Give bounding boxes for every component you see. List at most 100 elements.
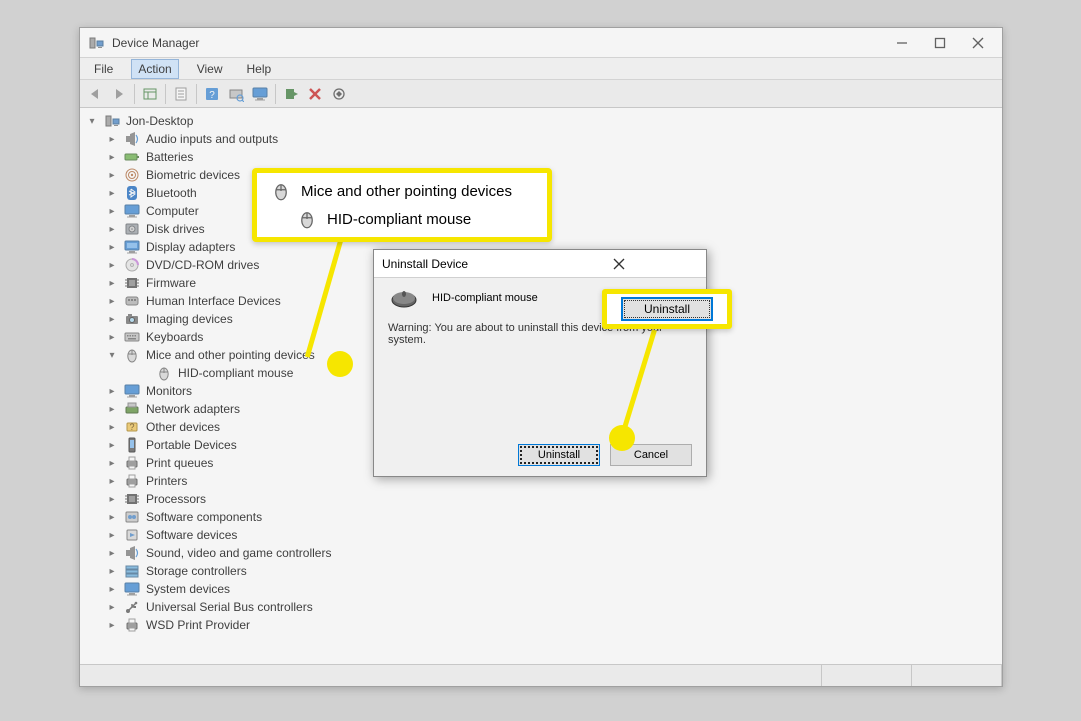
tree-node-label: Display adapters: [144, 240, 237, 254]
tree-category-system[interactable]: System devices: [106, 580, 996, 598]
tree-category-swdev[interactable]: Software devices: [106, 526, 996, 544]
chevron-icon[interactable]: [106, 529, 118, 541]
dialog-title: Uninstall Device: [382, 257, 540, 271]
chevron-icon[interactable]: [106, 493, 118, 505]
chevron-icon[interactable]: [106, 547, 118, 559]
menu-view[interactable]: View: [191, 60, 229, 78]
biometric-icon: [124, 167, 140, 183]
tree-node-label: Portable Devices: [144, 438, 239, 452]
tree-node-label: Software devices: [144, 528, 239, 542]
annotation-dot: [327, 351, 353, 377]
uninstall-device-button[interactable]: [304, 83, 326, 105]
forward-button[interactable]: [108, 83, 130, 105]
printer-icon: [124, 473, 140, 489]
chevron-icon[interactable]: [106, 565, 118, 577]
storage-icon: [124, 563, 140, 579]
imaging-icon: [124, 311, 140, 327]
menu-file[interactable]: File: [88, 60, 119, 78]
usb-icon: [124, 599, 140, 615]
dialog-uninstall-button[interactable]: Uninstall: [518, 444, 600, 466]
statusbar: [80, 664, 1002, 686]
chevron-icon[interactable]: [106, 601, 118, 613]
callout-uninstall-button-inner: Uninstall: [621, 297, 713, 321]
tree-node-label: Disk drives: [144, 222, 207, 236]
tree-node-label: System devices: [144, 582, 232, 596]
tree-category-swcomp[interactable]: Software components: [106, 508, 996, 526]
uninstall-dialog: Uninstall Device HID-compliant mouse War…: [373, 249, 707, 477]
tree-node-label: Imaging devices: [144, 312, 235, 326]
chevron-icon[interactable]: [106, 385, 118, 397]
chevron-icon[interactable]: [106, 223, 118, 235]
tree-node-label: DVD/CD-ROM drives: [144, 258, 261, 272]
close-button[interactable]: [968, 33, 988, 53]
cpu-icon: [124, 491, 140, 507]
tree-category-battery[interactable]: Batteries: [106, 148, 996, 166]
mouse-icon: [124, 347, 140, 363]
dialog-titlebar[interactable]: Uninstall Device: [374, 250, 706, 278]
chevron-icon[interactable]: [106, 439, 118, 451]
chevron-icon[interactable]: [106, 187, 118, 199]
tree-category-cpu[interactable]: Processors: [106, 490, 996, 508]
tree-node-label: Network adapters: [144, 402, 242, 416]
system-icon: [124, 581, 140, 597]
mouse-icon: [156, 365, 172, 381]
tree-node-label: HID-compliant mouse: [176, 366, 295, 380]
chevron-icon[interactable]: [106, 511, 118, 523]
tree-node-label: Storage controllers: [144, 564, 249, 578]
properties-button[interactable]: [170, 83, 192, 105]
chevron-icon[interactable]: [106, 151, 118, 163]
chevron-icon[interactable]: [106, 457, 118, 469]
tree-category-wsd[interactable]: WSD Print Provider: [106, 616, 996, 634]
annotation-dot: [609, 425, 635, 451]
tree-node-label: Mice and other pointing devices: [144, 348, 317, 362]
chevron-icon[interactable]: [106, 619, 118, 631]
chevron-icon[interactable]: [106, 277, 118, 289]
update-driver-button[interactable]: [249, 83, 271, 105]
audio-icon: [124, 131, 140, 147]
chevron-icon[interactable]: [106, 475, 118, 487]
chevron-icon[interactable]: [106, 331, 118, 343]
chevron-icon[interactable]: [106, 205, 118, 217]
chevron-icon[interactable]: [106, 313, 118, 325]
tree-node-label: WSD Print Provider: [144, 618, 252, 632]
tree-category-sound[interactable]: Sound, video and game controllers: [106, 544, 996, 562]
chevron-icon[interactable]: [106, 241, 118, 253]
chevron-icon[interactable]: [106, 403, 118, 415]
mouse-icon: [297, 209, 317, 229]
enable-device-button[interactable]: [280, 83, 302, 105]
root-icon: [104, 113, 120, 129]
scan-hardware-button[interactable]: [225, 83, 247, 105]
tree-category-usb[interactable]: Universal Serial Bus controllers: [106, 598, 996, 616]
tree-root[interactable]: Jon-Desktop: [86, 112, 996, 130]
chevron-icon[interactable]: [106, 295, 118, 307]
titlebar[interactable]: Device Manager: [80, 28, 1002, 58]
swdev-icon: [124, 527, 140, 543]
chevron-icon[interactable]: [106, 421, 118, 433]
tree-node-label: Software components: [144, 510, 264, 524]
tree-node-label: Keyboards: [144, 330, 205, 344]
tree-node-label: Biometric devices: [144, 168, 242, 182]
disable-device-button[interactable]: [328, 83, 350, 105]
firmware-icon: [124, 275, 140, 291]
chevron-icon[interactable]: [106, 583, 118, 595]
tree-category-storage[interactable]: Storage controllers: [106, 562, 996, 580]
menu-action[interactable]: Action: [131, 59, 178, 79]
tree-category-audio[interactable]: Audio inputs and outputs: [106, 130, 996, 148]
back-button[interactable]: [84, 83, 106, 105]
help-button[interactable]: ?: [201, 83, 223, 105]
chevron-icon[interactable]: [106, 259, 118, 271]
chevron-icon[interactable]: [106, 133, 118, 145]
chevron-icon[interactable]: [86, 115, 98, 127]
portable-icon: [124, 437, 140, 453]
show-hide-console-button[interactable]: [139, 83, 161, 105]
maximize-button[interactable]: [930, 33, 950, 53]
chevron-icon[interactable]: [106, 169, 118, 181]
dialog-close-button[interactable]: [540, 254, 698, 274]
chevron-icon[interactable]: [106, 349, 118, 361]
minimize-button[interactable]: [892, 33, 912, 53]
tree-node-label: Printers: [144, 474, 189, 488]
other-icon: [124, 419, 140, 435]
menu-help[interactable]: Help: [241, 60, 278, 78]
tree-node-label: Sound, video and game controllers: [144, 546, 333, 560]
tree-node-label: Jon-Desktop: [124, 114, 195, 128]
